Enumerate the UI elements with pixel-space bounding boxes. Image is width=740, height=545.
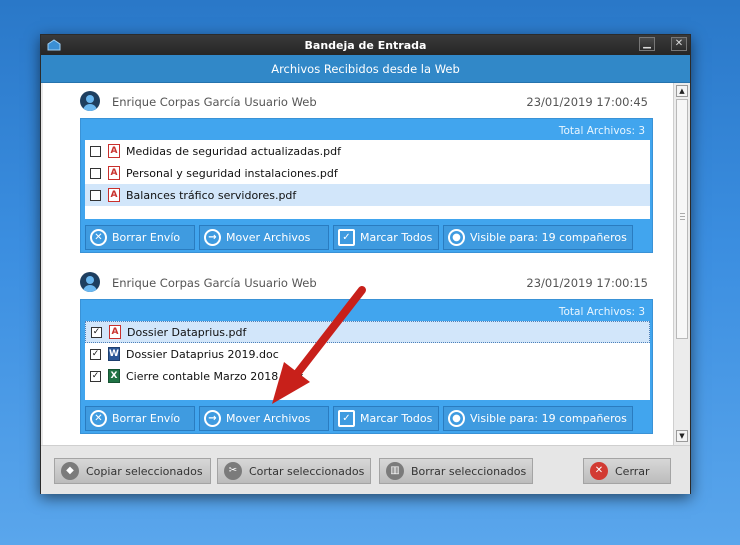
scissors-icon: ✂ [224, 462, 242, 480]
total-files: Total Archivos: 3 [558, 125, 645, 137]
entry: Enrique Corpas García Usuario Web 23/01/… [43, 89, 673, 259]
visible-for-button[interactable]: ● Visible para: 19 compañeros [443, 406, 633, 431]
file-name: Cierre contable Marzo 2018.xlsx [126, 369, 304, 383]
file-checkbox[interactable] [90, 145, 101, 157]
minimize-button[interactable]: ▁ [639, 37, 655, 51]
title-bar: Bandeja de Entrada ▁ ✕ [41, 35, 690, 55]
file-name: Dossier Dataprius.pdf [127, 325, 247, 339]
file-name: Personal y seguridad instalaciones.pdf [126, 166, 338, 180]
person-icon: ● [448, 229, 465, 246]
entry-actions: ✕ Borrar Envío → Mover Archivos ✓ Marcar… [85, 406, 650, 431]
entry-panel: Total Archivos: 3 ✓ A Dossier Dataprius.… [80, 299, 653, 434]
section-title: Archivos Recibidos desde la Web [271, 61, 460, 76]
visible-for-button[interactable]: ● Visible para: 19 compañeros [443, 225, 633, 250]
sent-date: 23/01/2019 17:00:15 [526, 276, 648, 290]
scroll-up-arrow[interactable]: ▲ [676, 85, 688, 97]
mark-all-button[interactable]: ✓ Marcar Todos [333, 406, 439, 431]
file-row[interactable]: A Balances tráfico servidores.pdf [85, 184, 650, 206]
pdf-icon: A [108, 188, 120, 202]
close-label: Cerrar [615, 464, 650, 478]
file-list: ✓ A Dossier Dataprius.pdf ✓ W Dossier Da… [85, 321, 650, 400]
vertical-scrollbar[interactable]: ▲ ▼ [673, 83, 689, 445]
delete-selected-label: Borrar seleccionados [411, 464, 527, 478]
sender-name: Enrique Corpas García Usuario Web [112, 276, 317, 290]
arrow-right-icon: → [204, 410, 221, 427]
file-row[interactable]: ✓ W Dossier Dataprius 2019.doc [85, 343, 650, 365]
close-button[interactable]: ✕ Cerrar [583, 458, 671, 484]
excel-icon: X [108, 369, 120, 383]
visible-for-label: Visible para: 19 compañeros [470, 231, 627, 244]
file-checkbox[interactable]: ✓ [91, 326, 102, 338]
scroll-down-arrow[interactable]: ▼ [676, 430, 688, 442]
scroll-thumb[interactable] [676, 99, 688, 339]
trash-icon: ▥ [386, 462, 404, 480]
close-window-button[interactable]: ✕ [671, 37, 687, 51]
layers-icon: ◆ [61, 462, 79, 480]
file-name: Medidas de seguridad actualizadas.pdf [126, 144, 341, 158]
arrow-right-icon: → [204, 229, 221, 246]
file-row[interactable]: A Medidas de seguridad actualizadas.pdf [85, 140, 650, 162]
total-files: Total Archivos: 3 [558, 306, 645, 318]
word-doc-icon: W [108, 347, 120, 361]
move-files-label: Mover Archivos [226, 412, 311, 425]
delete-icon: ✕ [90, 410, 107, 427]
mark-all-label: Marcar Todos [360, 412, 433, 425]
file-row[interactable]: ✓ A Dossier Dataprius.pdf [85, 321, 650, 343]
mark-all-label: Marcar Todos [360, 231, 433, 244]
file-checkbox[interactable]: ✓ [90, 348, 101, 360]
delete-selected-button[interactable]: ▥ Borrar seleccionados [379, 458, 533, 484]
file-row[interactable]: A Personal y seguridad instalaciones.pdf [85, 162, 650, 184]
copy-selected-label: Copiar seleccionados [86, 464, 203, 478]
person-icon: ● [448, 410, 465, 427]
mark-all-button[interactable]: ✓ Marcar Todos [333, 225, 439, 250]
file-checkbox[interactable]: ✓ [90, 370, 101, 382]
checkbox-icon: ✓ [338, 410, 355, 427]
file-checkbox[interactable] [90, 167, 101, 179]
cut-selected-label: Cortar seleccionados [249, 464, 365, 478]
delete-send-label: Borrar Envío [112, 412, 181, 425]
visible-for-label: Visible para: 19 compañeros [470, 412, 627, 425]
checkbox-icon: ✓ [338, 229, 355, 246]
move-files-button[interactable]: → Mover Archivos [199, 225, 329, 250]
delete-send-button[interactable]: ✕ Borrar Envío [85, 225, 195, 250]
entry-actions: ✕ Borrar Envío → Mover Archivos ✓ Marcar… [85, 225, 650, 250]
file-row[interactable]: ✓ X Cierre contable Marzo 2018.xlsx [85, 365, 650, 387]
file-name: Dossier Dataprius 2019.doc [126, 347, 279, 361]
entry-header: Enrique Corpas García Usuario Web 23/01/… [80, 89, 648, 113]
delete-send-button[interactable]: ✕ Borrar Envío [85, 406, 195, 431]
sent-date: 23/01/2019 17:00:45 [526, 95, 648, 109]
pdf-icon: A [109, 325, 121, 339]
delete-icon: ✕ [90, 229, 107, 246]
delete-send-label: Borrar Envío [112, 231, 181, 244]
move-files-label: Mover Archivos [226, 231, 311, 244]
user-avatar-icon [80, 272, 100, 292]
section-header: Archivos Recibidos desde la Web [41, 55, 690, 83]
entry-header: Enrique Corpas García Usuario Web 23/01/… [80, 270, 648, 294]
entries-list: Enrique Corpas García Usuario Web 23/01/… [43, 83, 673, 445]
file-list: A Medidas de seguridad actualizadas.pdf … [85, 140, 650, 219]
footer-bar: ◆ Copiar seleccionados ✂ Cortar seleccio… [41, 445, 690, 494]
sender-name: Enrique Corpas García Usuario Web [112, 95, 317, 109]
window-title: Bandeja de Entrada [304, 38, 427, 52]
app-icon [47, 39, 61, 51]
file-name: Balances tráfico servidores.pdf [126, 188, 297, 202]
file-checkbox[interactable] [90, 189, 101, 201]
entry: Enrique Corpas García Usuario Web 23/01/… [43, 270, 673, 440]
inbox-window: Bandeja de Entrada ▁ ✕ Archivos Recibido… [40, 34, 691, 494]
move-files-button[interactable]: → Mover Archivos [199, 406, 329, 431]
copy-selected-button[interactable]: ◆ Copiar seleccionados [54, 458, 211, 484]
pdf-icon: A [108, 166, 120, 180]
cut-selected-button[interactable]: ✂ Cortar seleccionados [217, 458, 371, 484]
close-icon: ✕ [590, 462, 608, 480]
entry-panel: Total Archivos: 3 A Medidas de seguridad… [80, 118, 653, 253]
user-avatar-icon [80, 91, 100, 111]
pdf-icon: A [108, 144, 120, 158]
